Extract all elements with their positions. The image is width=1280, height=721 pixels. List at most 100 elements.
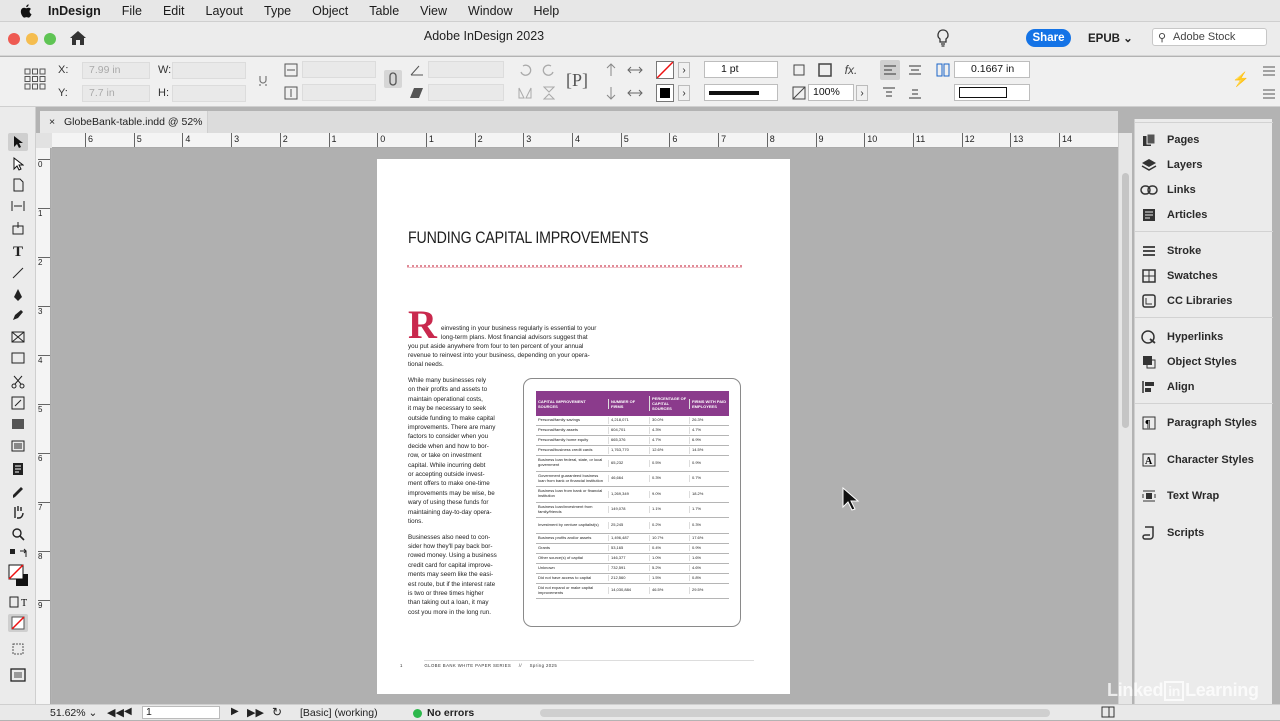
horizontal-ruler[interactable]: 6 5 4 3 2 1 0 1 2 3 4 5 6 7 8 9 10 11 12 13 14 [52,133,1118,148]
panel-pages[interactable]: Pages [1139,130,1199,150]
gutter-field[interactable]: 0.1667 in [954,61,1030,78]
table-header-cell[interactable]: PERCENTAGE OF CAPITAL SOURCES [649,396,689,411]
lightbulb-icon[interactable] [936,29,950,50]
direct-selection-tool-icon[interactable] [8,155,28,173]
line-tool-icon[interactable] [8,264,28,282]
align-left-icon[interactable] [880,60,900,80]
table-cell[interactable]: 1,496,487 [608,534,649,542]
select-content-icon[interactable] [602,84,620,102]
table-cell[interactable]: 1.7% [689,506,729,514]
table-row[interactable]: Did not expand or make capital improveme… [536,584,729,599]
reference-point-icon[interactable] [24,68,46,93]
menu-file[interactable]: File [122,4,142,18]
stroke-weight-field[interactable]: 1 pt [704,61,778,78]
table-cell[interactable]: 46.5% [649,587,689,595]
frame-stroke-icon[interactable] [816,61,834,79]
panel-articles[interactable]: Articles [1139,205,1207,225]
table-header-cell[interactable]: NUMBER OF FIRMS [608,398,649,409]
table-row[interactable]: Government guaranteed business loan from… [536,472,729,487]
open-page-icon[interactable]: ↻ [272,705,282,719]
table-row[interactable]: Personal/family savings 4,218,071 30.0% 26.… [536,416,729,426]
table-cell[interactable]: 6.9% [689,437,729,444]
scale-y-field[interactable] [302,84,376,101]
table-cell[interactable]: 4.7% [649,437,689,444]
align-center-icon[interactable] [906,61,924,79]
panel-links[interactable]: Links [1139,180,1196,200]
table-row[interactable]: Business profits and/or assets 1,496,487 1… [536,534,729,544]
stroke-type-dropdown[interactable] [704,84,778,101]
table-cell[interactable]: 0.3% [649,475,689,483]
table-cell[interactable]: 1.0% [649,554,689,562]
screen-mode-icon[interactable] [8,666,28,684]
opacity-field[interactable]: 100% [808,84,854,101]
table-cell[interactable]: 212,560 [608,574,649,582]
effects-fx-icon[interactable]: fx. [842,61,860,79]
table-cell[interactable]: Other source(s) of capital [536,555,608,562]
horizontal-scroll-thumb[interactable] [540,709,1050,717]
stroke-black-swatch[interactable] [656,84,674,102]
table-cell[interactable]: Business profits and/or assets [536,535,608,542]
table-cell[interactable]: Business loan federal, state, or local g… [536,457,608,469]
table-cell[interactable]: Did not have access to capital [536,575,608,582]
table-cell[interactable]: Investment by venture capitalist(s) [536,522,608,529]
table-row[interactable]: Unknown 732,591 5.2% 4.6% [536,564,729,574]
apple-icon[interactable] [18,3,34,18]
first-page-icon[interactable]: ◀◀ [107,706,124,719]
table-cell[interactable]: 4.6% [689,564,729,572]
pen-tool-icon[interactable] [8,286,28,304]
close-tab-icon[interactable]: × [49,111,55,133]
fill-menu-arrow-icon[interactable]: › [678,62,690,78]
rotate-cw-icon[interactable] [516,61,534,79]
link-scale-icon[interactable] [384,70,402,88]
table-row[interactable]: Other source(s) of capital 146,377 1.0% 1.6… [536,554,729,564]
table-cell[interactable]: 4.7% [689,427,729,434]
opacity-menu-arrow-icon[interactable]: › [856,85,868,101]
panel-hyperlinks[interactable]: Hyperlinks [1139,327,1223,347]
width-field[interactable] [172,62,246,79]
formatting-container-icon[interactable]: T [8,593,30,611]
table-row[interactable]: Business loan from bank or financial ins… [536,487,729,503]
menu-layout[interactable]: Layout [206,4,244,18]
selection-tool-icon[interactable] [8,133,28,151]
table-cell[interactable]: Personal/family savings [536,417,608,424]
align-bottom-icon[interactable] [906,84,924,102]
scale-x-field[interactable] [302,61,376,78]
align-top-icon[interactable] [880,84,898,102]
shear-field[interactable] [428,84,504,101]
body-column-text[interactable]: While many businesses rely on their prof… [408,376,518,617]
control-panel-menu-icon[interactable] [1260,62,1278,80]
normal-view-mode-icon[interactable] [8,640,28,658]
default-fill-stroke-icon[interactable] [8,546,30,564]
panel-align[interactable]: Align [1139,377,1195,397]
menu-window[interactable]: Window [468,4,512,18]
table-cell[interactable]: 604,701 [608,427,649,434]
table-cell[interactable]: 1.5% [649,574,689,582]
flip-horizontal-icon[interactable] [516,84,534,102]
scissors-tool-icon[interactable] [8,373,28,391]
table-cell[interactable]: 1.1% [649,506,689,514]
table-cell[interactable]: 65,232 [608,459,649,467]
table-cell[interactable]: 46,664 [608,475,649,483]
table-cell[interactable]: 0.9% [689,459,729,467]
constrain-proportions-icon[interactable] [254,72,272,90]
split-layout-icon[interactable] [1101,706,1115,721]
panel-stroke[interactable]: Stroke [1139,241,1201,261]
pencil-tool-icon[interactable] [8,306,28,324]
table-cell[interactable]: Unknown [536,565,608,572]
table-row[interactable]: Business loan/investment from family/fri… [536,503,729,518]
table-cell[interactable]: Business loan/investment from family/fri… [536,504,608,516]
rectangle-frame-tool-icon[interactable] [8,328,28,346]
table-cell[interactable]: 1,763,770 [608,447,649,454]
table-cell[interactable]: 12.6% [649,447,689,454]
table-cell[interactable]: Business loan from bank or financial ins… [536,488,608,500]
table-cell[interactable]: 30.0% [649,417,689,424]
page-tool-icon[interactable] [8,176,28,194]
select-container-icon[interactable] [602,61,620,79]
table-row[interactable]: Business loan federal, state, or local g… [536,456,729,472]
menu-view[interactable]: View [420,4,447,18]
panel-cc-libraries[interactable]: CC Libraries [1139,291,1232,311]
table-cell[interactable]: Personal/family home equity [536,437,608,444]
panel-object-styles[interactable]: Object Styles [1139,352,1237,372]
table-cell[interactable]: 17.6% [689,534,729,542]
table-cell[interactable]: 10.7% [649,534,689,542]
